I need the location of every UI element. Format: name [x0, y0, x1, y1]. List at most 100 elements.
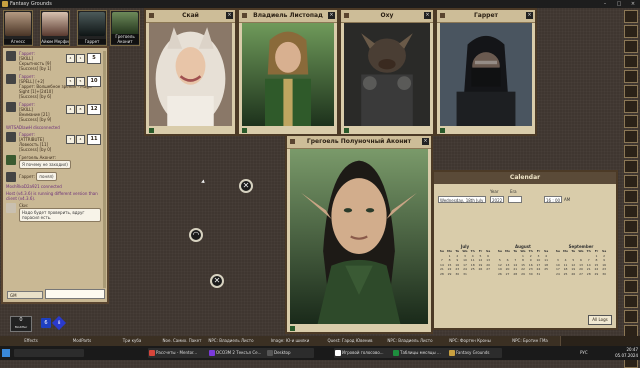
calendar-day[interactable]: 26: [569, 272, 577, 277]
toolbar-button[interactable]: [624, 40, 638, 53]
portrait-toggle-icon[interactable]: [149, 128, 154, 133]
chat-mode-select[interactable]: GM: [7, 291, 43, 299]
calendar-day[interactable]: 29: [446, 272, 454, 277]
calendar-day[interactable]: 25: [562, 272, 570, 277]
calendar-era-field[interactable]: [508, 196, 522, 203]
taskbar-item[interactable]: ОСОЗМ 2 Тексъл Се...: [208, 348, 272, 358]
calendar-day[interactable]: 26: [496, 272, 504, 277]
tab[interactable]: Image: Ю-и шилки: [260, 336, 321, 346]
party-portrait-3[interactable]: Гаррет: [77, 10, 107, 46]
close-window-icon[interactable]: ×: [626, 0, 640, 8]
portrait-window-4[interactable]: Гаррет ×: [435, 8, 537, 136]
toolbar-button[interactable]: [624, 160, 638, 173]
calendar-day[interactable]: 30: [527, 272, 535, 277]
toolbar-button[interactable]: [624, 70, 638, 83]
calendar-day[interactable]: 27: [484, 267, 492, 272]
portrait-window-5[interactable]: Грегоель Полуночный Аконит ×: [285, 134, 433, 334]
map-token[interactable]: ✕: [210, 274, 224, 288]
calendar-day[interactable]: 24: [554, 272, 562, 277]
maximize-icon[interactable]: □: [612, 0, 626, 8]
toolbar-button[interactable]: [624, 265, 638, 278]
chat-scrollbar[interactable]: [103, 51, 106, 288]
toolbar-button[interactable]: [624, 175, 638, 188]
toolbar-button[interactable]: [624, 310, 638, 323]
tab[interactable]: Effects: [0, 336, 63, 346]
lock-icon[interactable]: [149, 13, 154, 18]
close-icon[interactable]: ×: [226, 12, 233, 19]
d6-die-icon[interactable]: 6: [41, 318, 51, 328]
toolbar-button[interactable]: [624, 235, 638, 248]
calendar-day[interactable]: 27: [504, 272, 512, 277]
portrait-toggle-icon[interactable]: [440, 128, 445, 133]
party-portrait-2[interactable]: Айюм Мерфи: [40, 10, 70, 46]
close-icon[interactable]: ×: [424, 12, 431, 19]
lock-icon[interactable]: [290, 139, 295, 144]
calendar-day[interactable]: 31: [461, 272, 469, 277]
toolbar-button[interactable]: [624, 220, 638, 233]
party-portrait-4[interactable]: Грегоель Аконит: [110, 10, 140, 46]
calendar-day[interactable]: 28: [585, 272, 593, 277]
party-portrait-1[interactable]: Агнесс: [3, 10, 33, 46]
toolbar-button[interactable]: [624, 295, 638, 308]
map-token[interactable]: ✕: [239, 179, 253, 193]
toolbar-button[interactable]: [624, 10, 638, 23]
calendar-day[interactable]: 26: [477, 267, 485, 272]
close-icon[interactable]: ×: [422, 138, 429, 145]
d8-die-icon[interactable]: 8: [51, 315, 67, 331]
portrait-window-3[interactable]: Оху ×: [339, 8, 435, 136]
toolbar-button[interactable]: [624, 130, 638, 143]
calendar-year-field[interactable]: 2022: [490, 196, 504, 203]
calendar-day[interactable]: 30: [600, 272, 608, 277]
calendar-day[interactable]: 25: [542, 267, 550, 272]
tab[interactable]: Quest: Гарод Ювенив: [320, 336, 381, 346]
lock-icon[interactable]: [440, 13, 445, 18]
map-token[interactable]: ◠: [189, 228, 203, 242]
start-menu-icon[interactable]: [2, 349, 10, 357]
toolbar-button[interactable]: [624, 55, 638, 68]
close-icon[interactable]: ×: [526, 12, 533, 19]
lock-icon[interactable]: [242, 13, 247, 18]
lock-icon[interactable]: [344, 13, 349, 18]
calendar-day[interactable]: 25: [469, 267, 477, 272]
toolbar-button[interactable]: [624, 145, 638, 158]
toolbar-button[interactable]: [624, 190, 638, 203]
tab[interactable]: Noe. Самих. Пакет: [162, 336, 203, 346]
toolbar-button[interactable]: [624, 115, 638, 128]
tab[interactable]: NPC: Владиель Листо: [380, 336, 441, 346]
calendar-day[interactable]: 30: [453, 272, 461, 277]
portrait-window-1[interactable]: Скай ×: [144, 8, 237, 136]
calendar-day[interactable]: 29: [519, 272, 527, 277]
language-indicator[interactable]: РУС: [580, 350, 588, 355]
calendar-day[interactable]: 28: [511, 272, 519, 277]
close-icon[interactable]: ×: [328, 12, 335, 19]
tab[interactable]: NPC: Фортен Кроны: [440, 336, 501, 346]
tab[interactable]: ModParts: [62, 336, 103, 346]
calendar-time-field[interactable]: 16 : 00: [544, 196, 562, 203]
tab[interactable]: Три куба: [102, 336, 163, 346]
toolbar-button[interactable]: [624, 85, 638, 98]
chat-input[interactable]: [45, 289, 105, 299]
tab[interactable]: NPC: Владиель Листо: [202, 336, 261, 346]
portrait-toggle-icon[interactable]: [290, 326, 295, 331]
toolbar-button[interactable]: [624, 280, 638, 293]
calendar-day[interactable]: 29: [593, 272, 601, 277]
calendar-window[interactable]: Calendar Wednesday, 18th July Year 2022 …: [432, 170, 618, 330]
all-logs-button[interactable]: All Logs: [588, 315, 612, 325]
taskbar-item[interactable]: Fantasy Grounds: [448, 348, 502, 358]
toolbar-button[interactable]: [624, 100, 638, 113]
system-clock[interactable]: 20:47 05.07.2024: [615, 347, 638, 359]
portrait-toggle-icon[interactable]: [344, 128, 349, 133]
taskbar-item[interactable]: Игровой голосово...: [334, 348, 398, 358]
calendar-day[interactable]: 28: [438, 272, 446, 277]
toolbar-button[interactable]: [624, 25, 638, 38]
minimize-icon[interactable]: –: [598, 0, 612, 8]
portrait-window-2[interactable]: Владиель Листопад ×: [237, 8, 339, 136]
portrait-toggle-icon[interactable]: [242, 128, 247, 133]
toolbar-button[interactable]: [624, 205, 638, 218]
taskbar-item[interactable]: Таблицы месяцы ...: [392, 348, 454, 358]
tab[interactable]: NPC: Бротин ГМа: [500, 336, 561, 346]
taskbar-search[interactable]: [14, 349, 84, 357]
toolbar-button[interactable]: [624, 250, 638, 263]
taskbar-item[interactable]: Desktop: [266, 348, 314, 358]
modifier-box[interactable]: 0 Modifier: [10, 316, 32, 332]
